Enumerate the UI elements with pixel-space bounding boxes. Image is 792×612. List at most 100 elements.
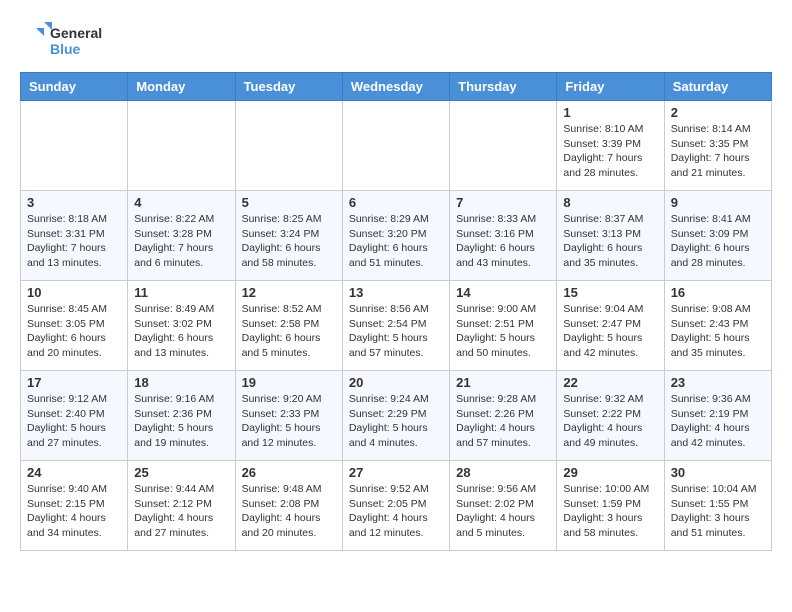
day-info: Sunrise: 9:32 AM Sunset: 2:22 PM Dayligh…: [563, 392, 657, 451]
calendar-week-row: 17 Sunrise: 9:12 AM Sunset: 2:40 PM Dayli…: [21, 371, 772, 461]
day-number: 19: [242, 375, 336, 390]
calendar-cell: 20 Sunrise: 9:24 AM Sunset: 2:29 PM Dayli…: [342, 371, 449, 461]
svg-text:General: General: [50, 25, 102, 41]
calendar-cell: 5 Sunrise: 8:25 AM Sunset: 3:24 PM Daylig…: [235, 191, 342, 281]
calendar-cell: 7 Sunrise: 8:33 AM Sunset: 3:16 PM Daylig…: [450, 191, 557, 281]
day-number: 4: [134, 195, 228, 210]
calendar-cell: 9Sunrise: 8:41 AM Sunset: 3:09 PM Daylig…: [664, 191, 771, 281]
calendar-cell: 19Sunrise: 9:20 AM Sunset: 2:33 PM Dayli…: [235, 371, 342, 461]
day-number: 3: [27, 195, 121, 210]
day-number: 17: [27, 375, 121, 390]
svg-text:Blue: Blue: [50, 41, 81, 57]
calendar-cell: 12 Sunrise: 8:52 AM Sunset: 2:58 PM Dayli…: [235, 281, 342, 371]
day-info: Sunrise: 9:40 AM Sunset: 2:15 PM Dayligh…: [27, 482, 121, 541]
calendar-cell: 11Sunrise: 8:49 AM Sunset: 3:02 PM Dayli…: [128, 281, 235, 371]
day-number: 7: [456, 195, 550, 210]
day-number: 9: [671, 195, 765, 210]
calendar-cell: 21 Sunrise: 9:28 AM Sunset: 2:26 PM Dayli…: [450, 371, 557, 461]
calendar-cell: 1 Sunrise: 8:10 AM Sunset: 3:39 PM Daylig…: [557, 101, 664, 191]
day-info: Sunrise: 8:52 AM Sunset: 2:58 PM Dayligh…: [242, 302, 336, 361]
calendar-cell: 4 Sunrise: 8:22 AM Sunset: 3:28 PM Daylig…: [128, 191, 235, 281]
calendar-cell: 16 Sunrise: 9:08 AM Sunset: 2:43 PM Dayli…: [664, 281, 771, 371]
day-number: 14: [456, 285, 550, 300]
page-header: General Blue: [20, 20, 772, 62]
day-number: 21: [456, 375, 550, 390]
day-info: Sunrise: 9:28 AM Sunset: 2:26 PM Dayligh…: [456, 392, 550, 451]
day-info: Sunrise: 9:00 AM Sunset: 2:51 PM Dayligh…: [456, 302, 550, 361]
day-number: 29: [563, 465, 657, 480]
calendar-cell: [235, 101, 342, 191]
day-info: Sunrise: 9:56 AM Sunset: 2:02 PM Dayligh…: [456, 482, 550, 541]
day-number: 20: [349, 375, 443, 390]
day-number: 27: [349, 465, 443, 480]
calendar-cell: 8 Sunrise: 8:37 AM Sunset: 3:13 PM Daylig…: [557, 191, 664, 281]
day-of-week-header: Sunday: [21, 73, 128, 101]
calendar-cell: 27 Sunrise: 9:52 AM Sunset: 2:05 PM Dayli…: [342, 461, 449, 551]
day-number: 13: [349, 285, 443, 300]
calendar-cell: 2 Sunrise: 8:14 AM Sunset: 3:35 PM Daylig…: [664, 101, 771, 191]
day-number: 5: [242, 195, 336, 210]
logo: General Blue: [20, 20, 120, 62]
calendar-cell: [450, 101, 557, 191]
calendar-cell: 6Sunrise: 8:29 AM Sunset: 3:20 PM Daylig…: [342, 191, 449, 281]
day-info: Sunrise: 8:45 AM Sunset: 3:05 PM Dayligh…: [27, 302, 121, 361]
day-info: Sunrise: 8:33 AM Sunset: 3:16 PM Dayligh…: [456, 212, 550, 271]
day-info: Sunrise: 9:04 AM Sunset: 2:47 PM Dayligh…: [563, 302, 657, 361]
calendar-week-row: 10Sunrise: 8:45 AM Sunset: 3:05 PM Dayli…: [21, 281, 772, 371]
calendar-cell: 26 Sunrise: 9:48 AM Sunset: 2:08 PM Dayli…: [235, 461, 342, 551]
calendar-cell: 25Sunrise: 9:44 AM Sunset: 2:12 PM Dayli…: [128, 461, 235, 551]
calendar-week-row: 1 Sunrise: 8:10 AM Sunset: 3:39 PM Daylig…: [21, 101, 772, 191]
day-of-week-header: Wednesday: [342, 73, 449, 101]
day-info: Sunrise: 9:16 AM Sunset: 2:36 PM Dayligh…: [134, 392, 228, 451]
day-of-week-header: Monday: [128, 73, 235, 101]
day-number: 26: [242, 465, 336, 480]
day-number: 30: [671, 465, 765, 480]
day-info: Sunrise: 8:18 AM Sunset: 3:31 PM Dayligh…: [27, 212, 121, 271]
day-info: Sunrise: 9:48 AM Sunset: 2:08 PM Dayligh…: [242, 482, 336, 541]
day-info: Sunrise: 9:08 AM Sunset: 2:43 PM Dayligh…: [671, 302, 765, 361]
day-number: 2: [671, 105, 765, 120]
calendar-cell: 17 Sunrise: 9:12 AM Sunset: 2:40 PM Dayli…: [21, 371, 128, 461]
day-number: 15: [563, 285, 657, 300]
calendar-cell: [342, 101, 449, 191]
day-number: 16: [671, 285, 765, 300]
day-info: Sunrise: 9:52 AM Sunset: 2:05 PM Dayligh…: [349, 482, 443, 541]
day-info: Sunrise: 10:00 AM Sunset: 1:59 PM Daylig…: [563, 482, 657, 541]
day-info: Sunrise: 9:36 AM Sunset: 2:19 PM Dayligh…: [671, 392, 765, 451]
day-info: Sunrise: 9:44 AM Sunset: 2:12 PM Dayligh…: [134, 482, 228, 541]
calendar-cell: 18 Sunrise: 9:16 AM Sunset: 2:36 PM Dayli…: [128, 371, 235, 461]
calendar-cell: 23Sunrise: 9:36 AM Sunset: 2:19 PM Dayli…: [664, 371, 771, 461]
day-number: 8: [563, 195, 657, 210]
calendar-cell: 3 Sunrise: 8:18 AM Sunset: 3:31 PM Daylig…: [21, 191, 128, 281]
calendar-cell: 30Sunrise: 10:04 AM Sunset: 1:55 PM Dayl…: [664, 461, 771, 551]
day-number: 28: [456, 465, 550, 480]
calendar: SundayMondayTuesdayWednesdayThursdayFrid…: [20, 72, 772, 551]
calendar-cell: 28 Sunrise: 9:56 AM Sunset: 2:02 PM Dayli…: [450, 461, 557, 551]
calendar-cell: 13Sunrise: 8:56 AM Sunset: 2:54 PM Dayli…: [342, 281, 449, 371]
day-number: 24: [27, 465, 121, 480]
day-of-week-header: Saturday: [664, 73, 771, 101]
calendar-week-row: 24 Sunrise: 9:40 AM Sunset: 2:15 PM Dayli…: [21, 461, 772, 551]
calendar-week-row: 3 Sunrise: 8:18 AM Sunset: 3:31 PM Daylig…: [21, 191, 772, 281]
day-info: Sunrise: 9:24 AM Sunset: 2:29 PM Dayligh…: [349, 392, 443, 451]
day-info: Sunrise: 8:37 AM Sunset: 3:13 PM Dayligh…: [563, 212, 657, 271]
day-info: Sunrise: 8:25 AM Sunset: 3:24 PM Dayligh…: [242, 212, 336, 271]
day-info: Sunrise: 8:10 AM Sunset: 3:39 PM Dayligh…: [563, 122, 657, 181]
day-info: Sunrise: 8:14 AM Sunset: 3:35 PM Dayligh…: [671, 122, 765, 181]
day-info: Sunrise: 9:12 AM Sunset: 2:40 PM Dayligh…: [27, 392, 121, 451]
day-number: 1: [563, 105, 657, 120]
logo-svg: General Blue: [20, 20, 120, 62]
calendar-cell: 22 Sunrise: 9:32 AM Sunset: 2:22 PM Dayli…: [557, 371, 664, 461]
calendar-cell: [21, 101, 128, 191]
day-info: Sunrise: 8:29 AM Sunset: 3:20 PM Dayligh…: [349, 212, 443, 271]
day-number: 22: [563, 375, 657, 390]
calendar-header-row: SundayMondayTuesdayWednesdayThursdayFrid…: [21, 73, 772, 101]
day-of-week-header: Tuesday: [235, 73, 342, 101]
day-number: 12: [242, 285, 336, 300]
day-number: 18: [134, 375, 228, 390]
calendar-cell: 24 Sunrise: 9:40 AM Sunset: 2:15 PM Dayli…: [21, 461, 128, 551]
calendar-cell: [128, 101, 235, 191]
day-of-week-header: Thursday: [450, 73, 557, 101]
day-info: Sunrise: 8:22 AM Sunset: 3:28 PM Dayligh…: [134, 212, 228, 271]
calendar-cell: 29 Sunrise: 10:00 AM Sunset: 1:59 PM Dayl…: [557, 461, 664, 551]
